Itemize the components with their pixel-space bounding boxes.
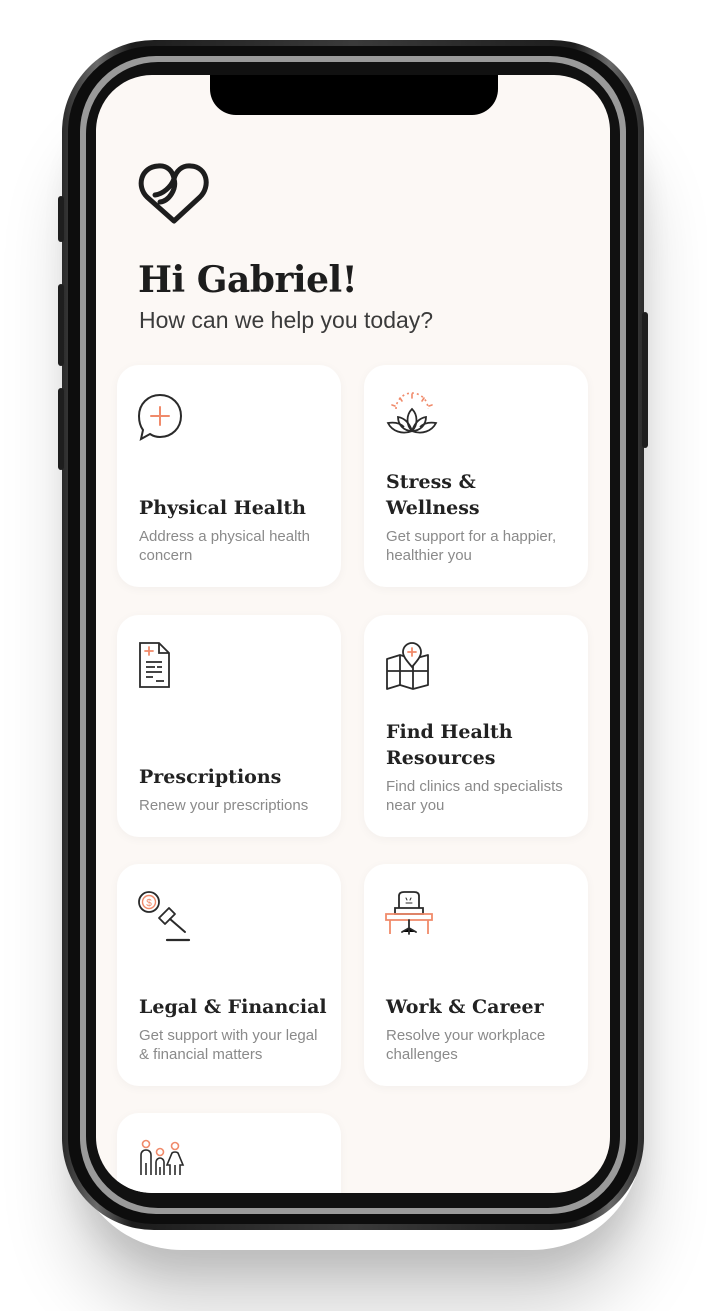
card-description: Find clinics and specialists near you — [386, 778, 563, 814]
gavel-icon: $ — [138, 891, 191, 942]
card-text: Work & Career Resolve your workplace cha… — [386, 994, 574, 1064]
card-title: Find Health Resources — [386, 721, 513, 769]
card-work-career[interactable]: Work & Career Resolve your workplace cha… — [364, 864, 588, 1086]
card-text: Physical Health Address a physical healt… — [139, 495, 327, 565]
svg-text:$: $ — [146, 898, 152, 909]
card-family[interactable] — [117, 1113, 341, 1193]
office-chair-icon — [385, 891, 433, 935]
greeting-subtitle: How can we help you today? — [139, 307, 434, 333]
phone-screen: Hi Gabriel! How can we help you today? P… — [96, 75, 610, 1193]
power-button — [642, 312, 648, 448]
prescription-icon — [139, 642, 170, 688]
card-legal-financial[interactable]: $ Legal & Financial Get support with you… — [117, 864, 341, 1086]
mute-switch — [58, 196, 64, 242]
family-icon — [140, 1139, 185, 1175]
map-pin-icon — [386, 642, 429, 690]
card-description: Get support with your legal & financial … — [139, 1027, 318, 1063]
card-title: Physical Health — [139, 497, 306, 519]
greeting-heading: Hi Gabriel! — [138, 259, 358, 301]
card-description: Resolve your workplace challenges — [386, 1027, 546, 1063]
card-description: Get support for a happier, healthier you — [386, 528, 557, 564]
card-text: Stress & Wellness Get support for a happ… — [386, 469, 574, 565]
card-find-health-resources[interactable]: Find Health Resources Find clinics and s… — [364, 615, 588, 837]
volume-down-button — [58, 388, 64, 470]
volume-up-button — [58, 284, 64, 366]
card-text: Legal & Financial Get support with your … — [139, 994, 327, 1064]
notch — [210, 75, 498, 115]
card-title: Prescriptions — [139, 766, 282, 788]
card-title: Legal & Financial — [139, 996, 327, 1018]
card-stress-wellness[interactable]: Stress & Wellness Get support for a happ… — [364, 365, 588, 587]
heart-logo-icon — [138, 163, 209, 224]
card-text: Find Health Resources Find clinics and s… — [386, 719, 574, 815]
card-description: Renew your prescriptions — [139, 797, 309, 814]
card-text: Prescriptions Renew your prescriptions — [139, 764, 327, 815]
lotus-icon — [386, 392, 438, 434]
card-physical-health[interactable]: Physical Health Address a physical healt… — [117, 365, 341, 587]
card-description: Address a physical health concern — [139, 528, 310, 564]
card-title: Stress & Wellness — [386, 471, 480, 519]
card-title: Work & Career — [386, 996, 544, 1018]
card-prescriptions[interactable]: Prescriptions Renew your prescriptions — [117, 615, 341, 837]
chat-plus-icon — [137, 393, 183, 441]
